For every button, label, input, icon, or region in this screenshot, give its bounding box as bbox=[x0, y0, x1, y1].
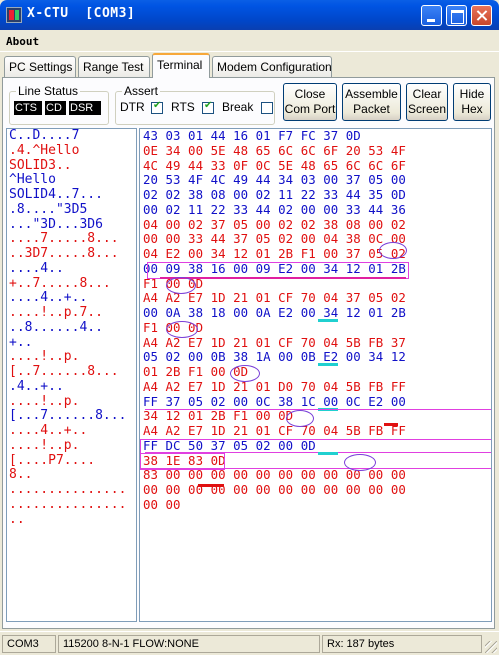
tab-range-test[interactable]: Range Test bbox=[78, 56, 150, 77]
terminal-ascii-line: [....P7.... bbox=[9, 452, 96, 468]
terminal-ascii-pane[interactable]: C..D....7.4.^Hello SOLID3.. ^Hello SOLID4..… bbox=[6, 128, 137, 622]
terminal-ascii-line: [...7......8... bbox=[9, 408, 127, 424]
line-status-legend: Line Status bbox=[16, 84, 81, 98]
terminal-hex-line: A4 A2 E7 1D 21 01 CF 70 04 5B FB FF bbox=[143, 423, 406, 438]
terminal-hex-line: 00 00 bbox=[143, 496, 181, 512]
terminal-ascii-line: [..7......8... bbox=[9, 364, 119, 379]
terminal-hex-line: 01 2B F1 00 0D bbox=[143, 364, 249, 379]
hide-hex-button[interactable]: Hide Hex bbox=[453, 83, 491, 121]
terminal-hex-line: A4 A2 E7 1D 21 01 D0 70 04 5B FB FF bbox=[143, 378, 406, 394]
terminal-ascii-line: ....7.....8... bbox=[9, 231, 119, 247]
terminal-ascii-line: ..8......4.. bbox=[9, 319, 103, 335]
hide-hex-label-1: Hide bbox=[459, 87, 485, 101]
terminal-ascii-line: +..7.....8... bbox=[9, 275, 111, 291]
terminal-ascii-line: .. bbox=[9, 511, 25, 527]
maximize-icon[interactable] bbox=[446, 5, 467, 26]
terminal-hex-line: 05 02 00 0B 38 1A 00 0B E2 00 34 12 bbox=[143, 349, 406, 365]
terminal-hex-line: A4 A2 E7 1D 21 01 CF 70 04 37 05 02 bbox=[143, 290, 406, 306]
terminal-ascii-line: C..D....7 bbox=[9, 128, 80, 143]
assemble-packet-label-1: Assemble bbox=[345, 87, 398, 101]
terminal-ascii-line: .4..+.. bbox=[9, 378, 64, 394]
rts-label: RTS bbox=[171, 100, 195, 114]
tab-modem-configuration[interactable]: Modem Configuration bbox=[212, 56, 332, 77]
terminal-ascii-line: ....4.. bbox=[9, 260, 64, 276]
break-checkbox[interactable] bbox=[261, 102, 273, 114]
window-title: X-CTU [COM3] bbox=[27, 6, 136, 21]
terminal-hex-line: 83 00 00 00 00 00 00 00 00 00 00 00 bbox=[143, 467, 406, 483]
terminal-panel: Line Status CTS CD DSR Assert DTR RTS Br… bbox=[2, 77, 495, 629]
clear-screen-label-2: Screen bbox=[407, 102, 447, 116]
terminal-hex-line: 00 09 38 16 00 09 E2 00 34 12 01 2B bbox=[143, 260, 406, 276]
dtr-label: DTR bbox=[120, 100, 145, 114]
terminal-hex-line: F1 00 0D bbox=[143, 275, 204, 291]
terminal-hex-line: 02 02 38 08 00 02 11 22 33 44 35 0D bbox=[143, 187, 406, 202]
terminal-ascii-line: ..3D7.....8... bbox=[9, 246, 119, 261]
close-com-port-button[interactable]: Close Com Port bbox=[283, 83, 337, 121]
hide-hex-label-2: Hex bbox=[461, 102, 483, 116]
close-icon[interactable] bbox=[471, 5, 492, 26]
minimize-icon[interactable] bbox=[421, 5, 442, 26]
cts-indicator: CTS bbox=[14, 101, 42, 115]
assemble-packet-button[interactable]: Assemble Packet bbox=[342, 83, 401, 121]
terminal-hex-line: 00 00 00 00 00 00 00 00 00 00 00 00 bbox=[143, 482, 406, 497]
assert-legend: Assert bbox=[122, 84, 161, 98]
tab-terminal[interactable]: Terminal bbox=[152, 53, 210, 78]
menu-about[interactable]: About bbox=[6, 35, 39, 48]
terminal-hex-line: 00 00 33 44 37 05 02 00 04 38 0C 00 bbox=[143, 231, 406, 247]
terminal-hex-line: FF 37 05 02 00 0C 38 1C 00 0C E2 00 bbox=[143, 393, 406, 409]
resize-grip-icon[interactable] bbox=[485, 641, 497, 653]
dsr-indicator: DSR bbox=[69, 101, 101, 115]
terminal-ascii-line: SOLID4..7... bbox=[9, 187, 103, 202]
terminal-hex-line: A4 A2 E7 1D 21 01 CF 70 04 5B FB 37 bbox=[143, 334, 406, 350]
terminal-ascii-line: ............... bbox=[9, 482, 127, 497]
terminal-ascii-line: ....!..p. bbox=[9, 437, 80, 453]
close-com-port-label-2: Com Port bbox=[284, 102, 336, 116]
close-com-port-label-1: Close bbox=[294, 87, 326, 101]
terminal-hex-line: 20 53 4F 4C 49 44 34 03 00 37 05 00 bbox=[143, 172, 406, 188]
dtr-checkbox[interactable] bbox=[151, 100, 163, 114]
terminal-hex-line: 34 12 01 2B F1 00 0D bbox=[143, 408, 294, 424]
status-rx-count: Rx: 187 bytes bbox=[322, 635, 482, 653]
terminal-ascii-line: ....4..+.. bbox=[9, 423, 88, 438]
terminal-hex-pane[interactable]: 43 03 01 44 16 01 F7 FC 37 0D 0E 34 00 5E… bbox=[139, 128, 492, 622]
app-icon[interactable] bbox=[6, 7, 22, 23]
title-bar[interactable]: X-CTU [COM3] bbox=[0, 0, 499, 30]
assert-group: Assert DTR RTS Break bbox=[115, 84, 275, 125]
status-port: COM3 bbox=[2, 635, 56, 653]
terminal-hex-line: FF DC 50 37 05 02 00 0D bbox=[143, 437, 316, 453]
terminal-ascii-line: ....!..p.7.. bbox=[9, 305, 103, 320]
terminal-ascii-line: ............... bbox=[9, 496, 127, 512]
terminal-hex-line: F1 00 0D bbox=[143, 319, 204, 335]
terminal-ascii-line: ....!..p. bbox=[9, 393, 80, 409]
line-status-group: Line Status CTS CD DSR bbox=[9, 84, 109, 125]
terminal-hex-line: 0E 34 00 5E 48 65 6C 6C 6F 20 53 4F bbox=[143, 142, 406, 158]
clear-screen-button[interactable]: Clear Screen bbox=[406, 83, 448, 121]
terminal-hex-line: 00 02 11 22 33 44 02 00 00 33 44 36 bbox=[143, 201, 406, 217]
terminal-hex-line: 43 03 01 44 16 01 F7 FC 37 0D bbox=[143, 128, 361, 143]
terminal-ascii-line: ..."3D...3D6 bbox=[9, 216, 103, 232]
terminal-ascii-line: .4.^Hello bbox=[9, 142, 80, 158]
terminal-hex-line: 04 E2 00 34 12 01 2B F1 00 37 05 02 bbox=[143, 246, 406, 261]
tab-pc-settings[interactable]: PC Settings bbox=[4, 56, 76, 77]
clear-screen-label-1: Clear bbox=[412, 87, 442, 101]
terminal-ascii-line: ....!..p. bbox=[9, 349, 80, 365]
rts-checkbox[interactable] bbox=[202, 100, 214, 114]
break-label: Break bbox=[222, 100, 254, 114]
terminal-hex-line: 38 1E 83 0D bbox=[143, 452, 226, 468]
menu-bar: About bbox=[0, 30, 499, 52]
terminal-ascii-line: ^Hello bbox=[9, 172, 56, 188]
terminal-ascii-line: ....4..+.. bbox=[9, 290, 88, 306]
terminal-hex-line: 00 0A 38 18 00 0A E2 00 34 12 01 2B bbox=[143, 305, 406, 320]
terminal-ascii-line: SOLID3.. bbox=[9, 157, 72, 173]
status-bar: COM3 115200 8-N-1 FLOW:NONE Rx: 187 byte… bbox=[0, 631, 499, 655]
terminal-ascii-line: +.. bbox=[9, 334, 33, 350]
terminal-hex-line: 4C 49 44 33 0F 0C 5E 48 65 6C 6C 6F bbox=[143, 157, 406, 173]
assemble-packet-label-2: Packet bbox=[353, 102, 390, 116]
cd-indicator: CD bbox=[45, 101, 66, 115]
terminal-ascii-line: .8...."3D5 bbox=[9, 201, 88, 217]
terminal-ascii-line: 8.. bbox=[9, 467, 33, 483]
status-settings: 115200 8-N-1 FLOW:NONE bbox=[58, 635, 320, 653]
terminal-hex-line: 04 00 02 37 05 00 02 02 38 08 00 02 bbox=[143, 216, 406, 232]
